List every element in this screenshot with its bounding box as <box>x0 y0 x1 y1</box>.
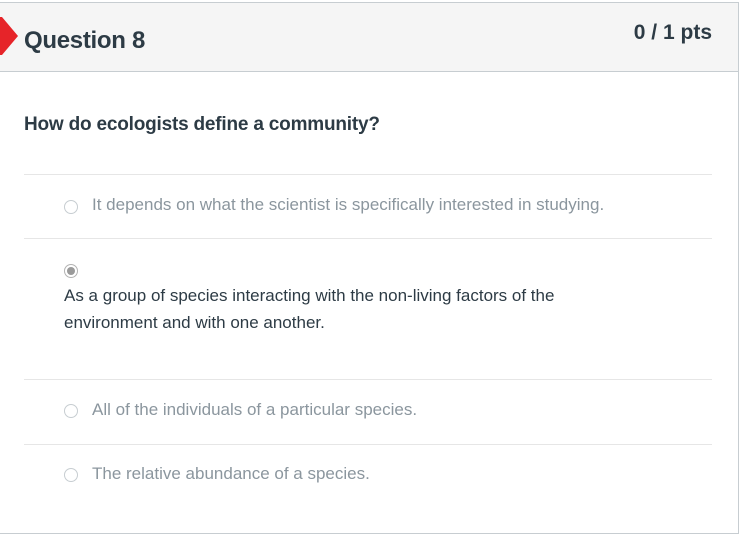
answer-radio[interactable] <box>64 200 78 214</box>
question-points: 0 / 1 pts <box>633 21 712 44</box>
answer-radio[interactable] <box>64 468 78 482</box>
answer-radio-selected[interactable] <box>64 264 78 278</box>
answer-label: It depends on what the scientist is spec… <box>92 195 605 214</box>
answer-label: The relative abundance of a species. <box>92 464 370 483</box>
answer-divider <box>24 174 712 175</box>
question-header: Question 8 0 / 1 pts <box>0 3 738 72</box>
answer-divider <box>24 444 712 445</box>
answer-divider <box>24 379 712 380</box>
answer-option[interactable]: It depends on what the scientist is spec… <box>64 191 684 221</box>
incorrect-flag-icon <box>0 17 18 55</box>
answer-divider <box>24 238 712 239</box>
answer-option-selected[interactable]: As a group of species interacting with t… <box>64 261 684 351</box>
question-text: How do ecologists define a community? <box>24 114 380 135</box>
answer-label: All of the individuals of a particular s… <box>92 400 418 419</box>
answer-label: As a group of species interacting with t… <box>64 286 555 332</box>
answer-option[interactable]: The relative abundance of a species. <box>64 460 684 490</box>
question-card: Question 8 0 / 1 pts How do ecologists d… <box>0 2 739 534</box>
answer-radio[interactable] <box>64 404 78 418</box>
answer-option[interactable]: All of the individuals of a particular s… <box>64 396 684 426</box>
question-title: Question 8 <box>24 27 146 54</box>
